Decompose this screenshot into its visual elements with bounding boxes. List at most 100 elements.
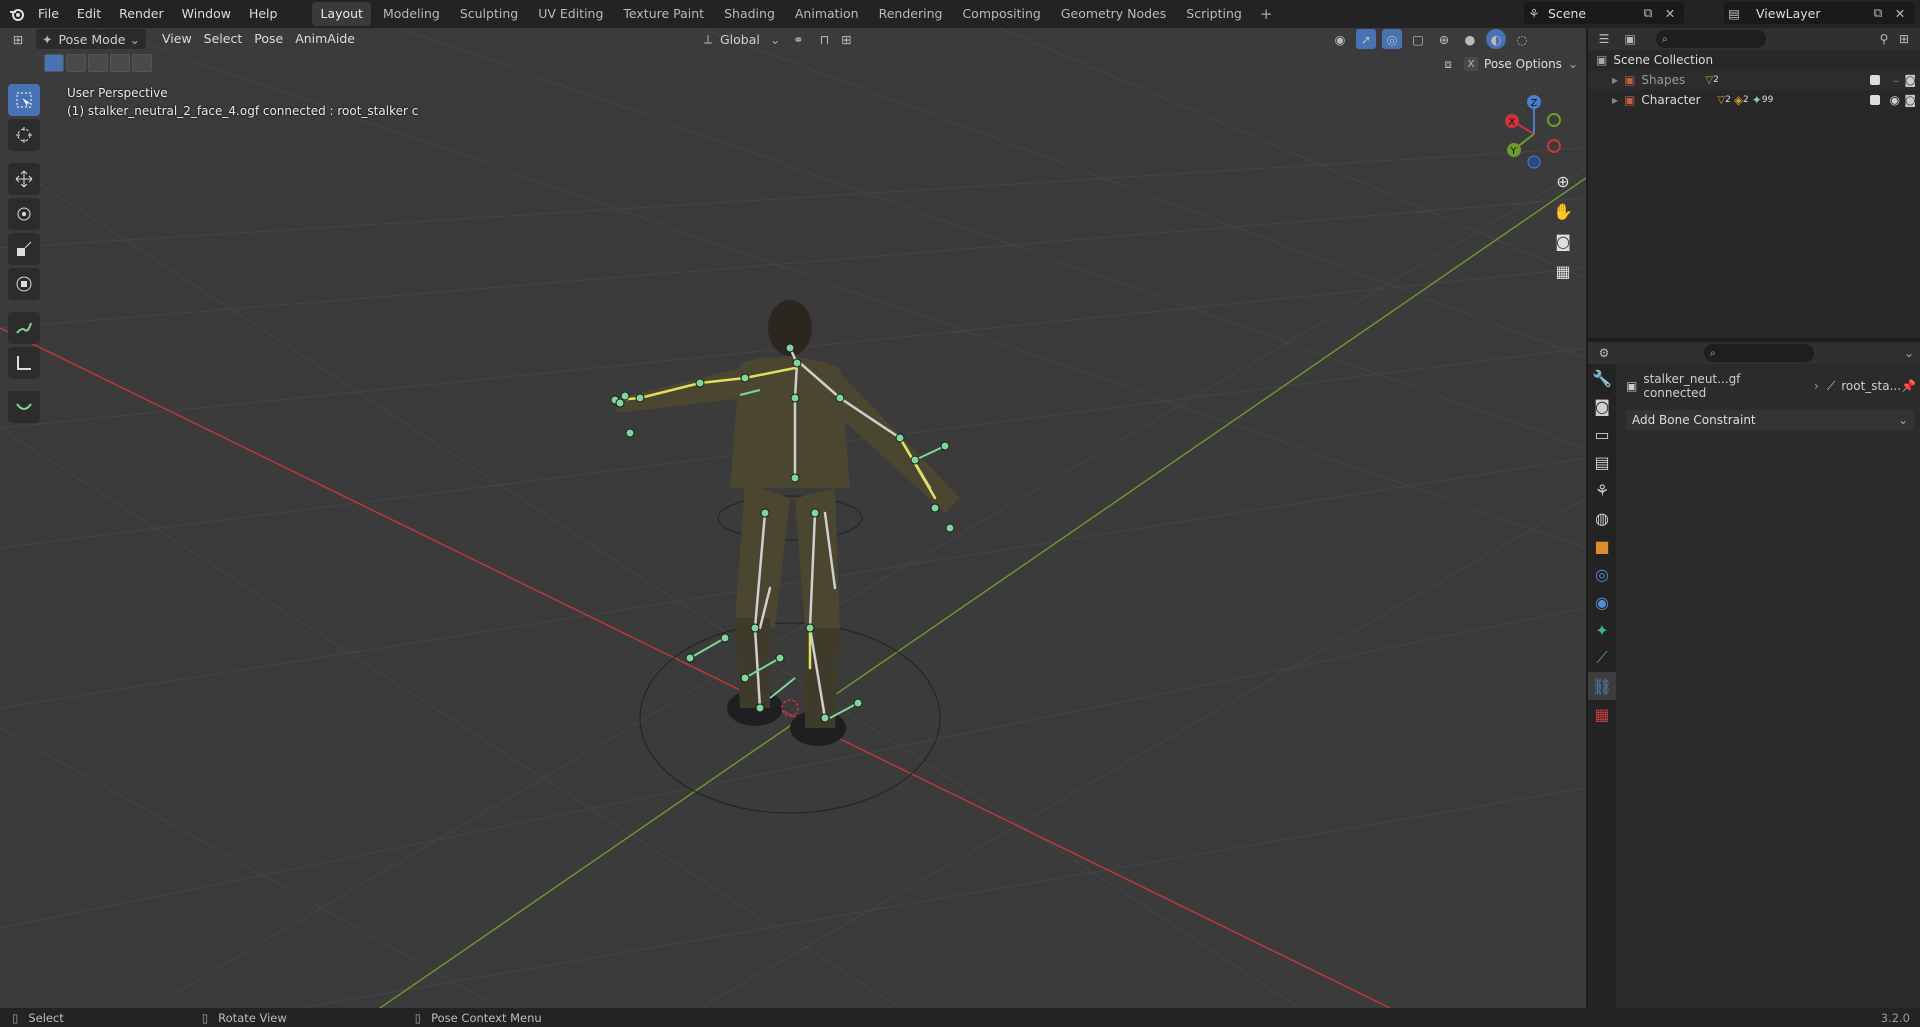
pin-icon[interactable]: 📌 — [1901, 379, 1916, 393]
rotate-tool-icon[interactable] — [8, 198, 40, 230]
pose-options-button[interactable]: Pose Options — [1484, 57, 1562, 71]
pivot-icon[interactable]: ⚭ — [788, 29, 808, 49]
tab-rendering[interactable]: Rendering — [871, 2, 951, 26]
view-layer-tab-icon[interactable]: ▤ — [1588, 448, 1616, 476]
properties-search[interactable]: ⌕ — [1704, 344, 1814, 362]
select-intersect-icon[interactable] — [132, 54, 152, 72]
camera-icon[interactable]: ◙ — [1904, 73, 1916, 87]
zoom-icon[interactable]: ⊕ — [1550, 168, 1576, 194]
outliner-search[interactable]: ⌕ — [1656, 30, 1766, 48]
add-workspace-icon[interactable]: + — [1254, 5, 1279, 23]
object-tab-icon[interactable]: ■ — [1588, 532, 1616, 560]
copy-icon[interactable]: ⧉ — [1868, 3, 1888, 23]
filter-icon[interactable]: ⚲ — [1874, 29, 1894, 49]
data-tab-icon[interactable]: ✦ — [1588, 616, 1616, 644]
viewlayer-selector[interactable]: ▤ ViewLayer ⧉ ✕ — [1724, 2, 1914, 24]
texture-tab-icon[interactable]: ▦ — [1588, 700, 1616, 728]
mode-selector[interactable]: ✦ Pose Mode ⌄ — [36, 29, 146, 49]
snap-grid-icon[interactable]: ⊞ — [836, 29, 856, 49]
tab-compositing[interactable]: Compositing — [954, 2, 1048, 26]
transform-tool-icon[interactable] — [8, 268, 40, 300]
outliner-scene-collection[interactable]: ▣ Scene Collection — [1588, 50, 1920, 70]
rendered-shading-icon[interactable]: ◌ — [1512, 29, 1532, 49]
menu-animaide[interactable]: AnimAide — [289, 29, 361, 49]
measure-tool-icon[interactable] — [8, 347, 40, 379]
properties-editor-icon[interactable]: ⚙ — [1594, 343, 1614, 363]
add-bone-constraint-dropdown[interactable]: Add Bone Constraint ⌄ — [1626, 410, 1914, 430]
snap-icon[interactable]: ⊓ — [814, 29, 834, 49]
menu-window[interactable]: Window — [173, 0, 240, 28]
copy-icon[interactable]: ⧉ — [1638, 3, 1658, 23]
transform-orientation[interactable]: ⟂ Global ⌄ ⚭ ⊓ ⊞ — [698, 29, 856, 49]
render-tab-icon[interactable]: ◙ — [1588, 392, 1616, 420]
character-model[interactable] — [0, 28, 1586, 1008]
camera-icon[interactable]: ◙ — [1904, 93, 1916, 107]
material-shading-icon[interactable]: ◐ — [1486, 29, 1506, 49]
xray-icon[interactable]: ▢ — [1408, 29, 1428, 49]
tab-uv-editing[interactable]: UV Editing — [530, 2, 611, 26]
outliner-item-character[interactable]: ▸ ▣ Character ▽ 2 ◈ 2 ✦ 99 ◉ ◙ — [1588, 90, 1920, 110]
tab-animation[interactable]: Animation — [787, 2, 867, 26]
menu-help[interactable]: Help — [240, 0, 287, 28]
close-icon[interactable]: ✕ — [1660, 3, 1680, 23]
expand-arrow-icon[interactable]: ▸ — [1612, 93, 1618, 107]
bone-constraint-tab-icon[interactable]: ⛓ — [1588, 672, 1616, 700]
select-new-icon[interactable] — [44, 54, 64, 72]
eye-icon[interactable]: ◉ — [1890, 93, 1900, 107]
tab-shading[interactable]: Shading — [716, 2, 783, 26]
scene-name[interactable]: Scene — [1548, 6, 1586, 21]
3d-viewport[interactable]: ⊞ ✦ Pose Mode ⌄ View Select Pose AnimAid… — [0, 28, 1586, 1008]
bone-tab-icon[interactable]: ⟋ — [1588, 644, 1616, 672]
select-box-tool-icon[interactable] — [8, 84, 40, 116]
scale-tool-icon[interactable] — [8, 233, 40, 265]
select-extend-icon[interactable] — [66, 54, 86, 72]
tab-sculpting[interactable]: Sculpting — [452, 2, 526, 26]
annotate-tool-icon[interactable] — [8, 312, 40, 344]
blender-logo-icon[interactable] — [5, 2, 29, 26]
overlays-icon[interactable]: ◎ — [1382, 29, 1402, 49]
wireframe-shading-icon[interactable]: ⊕ — [1434, 29, 1454, 49]
tab-geometry-nodes[interactable]: Geometry Nodes — [1053, 2, 1174, 26]
world-tab-icon[interactable]: ◍ — [1588, 504, 1616, 532]
physics-tab-icon[interactable]: ◉ — [1588, 588, 1616, 616]
tool-tab-icon[interactable]: 🔧 — [1588, 364, 1616, 392]
display-mode-icon[interactable]: ▣ — [1620, 29, 1640, 49]
menu-edit[interactable]: Edit — [68, 0, 110, 28]
relax-pose-tool-icon[interactable] — [8, 391, 40, 423]
new-collection-icon[interactable]: ⊞ — [1894, 29, 1914, 49]
solid-shading-icon[interactable]: ● — [1460, 29, 1480, 49]
checkbox[interactable] — [1870, 75, 1880, 85]
tab-layout[interactable]: Layout — [312, 2, 371, 26]
viewlayer-name[interactable]: ViewLayer — [1756, 6, 1821, 21]
output-tab-icon[interactable]: ▭ — [1588, 420, 1616, 448]
editor-type-icon[interactable]: ⊞ — [8, 29, 28, 49]
outliner-item-shapes[interactable]: ▸ ▣ Shapes ▽ 2 ⌣ ◙ — [1588, 70, 1920, 90]
ortho-grid-icon[interactable]: ▦ — [1550, 258, 1576, 284]
select-invert-icon[interactable] — [110, 54, 130, 72]
cursor-tool-icon[interactable] — [8, 119, 40, 151]
menu-render[interactable]: Render — [110, 0, 173, 28]
move-tool-icon[interactable] — [8, 163, 40, 195]
camera-view-icon[interactable]: ◙ — [1550, 228, 1576, 254]
scene-tab-icon[interactable]: ⚘ — [1588, 476, 1616, 504]
chevron-down-icon[interactable]: ⌄ — [1904, 346, 1914, 360]
expand-arrow-icon[interactable]: ▸ — [1612, 73, 1618, 87]
tab-scripting[interactable]: Scripting — [1178, 2, 1250, 26]
menu-view[interactable]: View — [156, 29, 198, 49]
visibility-icon[interactable]: ◉ — [1330, 29, 1350, 49]
pan-hand-icon[interactable]: ✋ — [1550, 198, 1576, 224]
x-mirror-toggle[interactable]: X — [1464, 57, 1479, 71]
outliner-editor-icon[interactable]: ☰ — [1594, 29, 1614, 49]
close-icon[interactable]: ✕ — [1890, 3, 1910, 23]
gizmo-toggle-icon[interactable]: ➚ — [1356, 29, 1376, 49]
modifier-tab-icon[interactable]: ◎ — [1588, 560, 1616, 588]
hide-icon[interactable]: ⌣ — [1892, 73, 1900, 88]
checkbox[interactable] — [1870, 95, 1880, 105]
menu-file[interactable]: File — [29, 0, 68, 28]
mirror-icon[interactable]: ⧈ — [1438, 54, 1458, 74]
menu-select[interactable]: Select — [198, 29, 249, 49]
tab-texture-paint[interactable]: Texture Paint — [615, 2, 712, 26]
tab-modeling[interactable]: Modeling — [375, 2, 448, 26]
scene-selector[interactable]: ⚘ Scene ⧉ ✕ — [1524, 2, 1684, 24]
navigation-gizmo[interactable]: Z X Y — [1496, 90, 1576, 170]
